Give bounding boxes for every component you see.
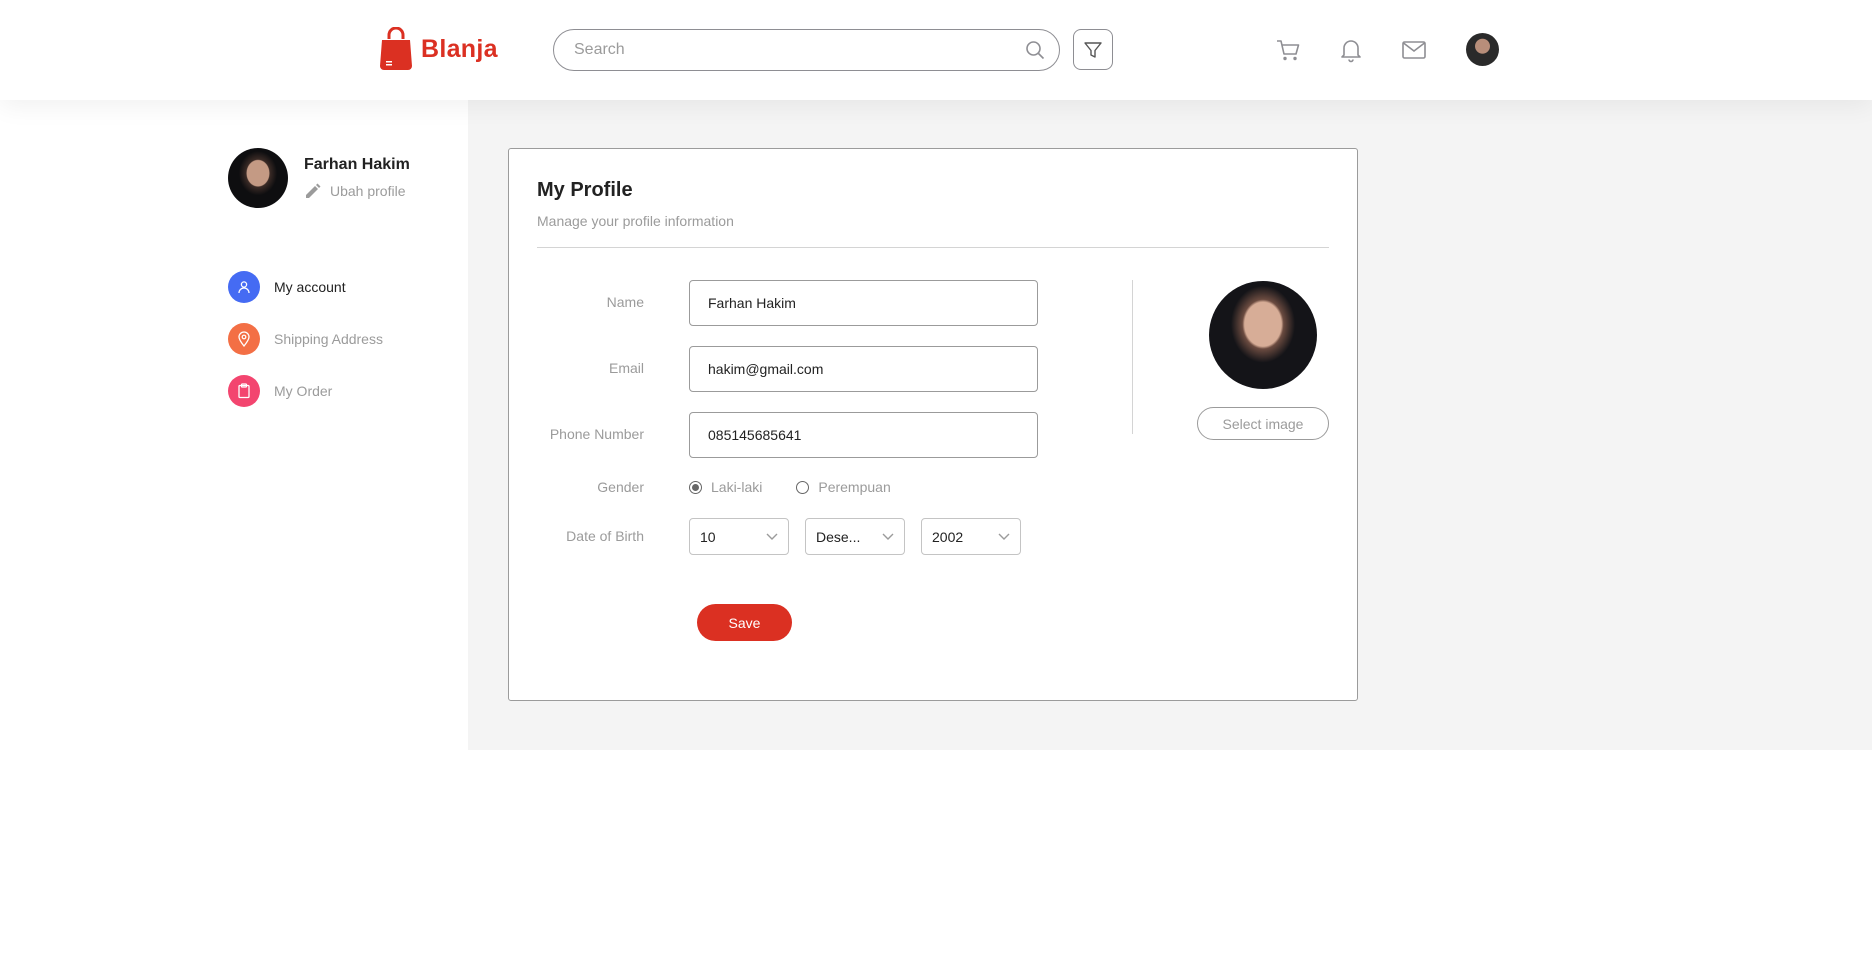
search-input[interactable]: [574, 41, 1025, 59]
clipboard-icon: [228, 375, 260, 407]
email-label: Email: [608, 360, 644, 376]
chevron-down-icon: [882, 533, 894, 540]
radio-unselected-icon[interactable]: [796, 480, 810, 494]
sidebar-user-name: Farhan Hakim: [304, 156, 410, 173]
gender-option-label: Laki-laki: [711, 479, 763, 495]
filter-icon: [1084, 41, 1102, 58]
profile-photo: [1209, 281, 1317, 389]
search-icon[interactable]: [1025, 40, 1045, 60]
save-button[interactable]: Save: [697, 604, 792, 641]
dob-year-select[interactable]: 2002: [921, 518, 1021, 555]
sidebar-item-my-order[interactable]: My Order: [228, 375, 332, 407]
edit-profile-label: Ubah profile: [330, 183, 406, 199]
sidebar-item-shipping-address[interactable]: Shipping Address: [228, 323, 383, 355]
sidebar-item-label: Shipping Address: [274, 331, 383, 347]
dob-label: Date of Birth: [566, 528, 644, 544]
mail-button[interactable]: [1400, 36, 1428, 64]
cart-button[interactable]: [1274, 36, 1302, 64]
gender-radio-group: Laki-laki Perempuan: [689, 479, 891, 495]
email-field[interactable]: [689, 346, 1038, 392]
name-field[interactable]: [689, 280, 1038, 326]
edit-profile-link[interactable]: Ubah profile: [304, 182, 406, 200]
search-bar: [553, 29, 1060, 71]
select-image-button[interactable]: Select image: [1197, 407, 1329, 440]
gender-option-laki-laki[interactable]: Laki-laki: [689, 479, 762, 495]
notification-button[interactable]: [1337, 36, 1365, 64]
top-header: Blanja: [0, 0, 1872, 100]
gender-label: Gender: [597, 479, 644, 495]
person-icon: [228, 271, 260, 303]
brand-name: Blanja: [421, 34, 498, 63]
phone-field[interactable]: [689, 412, 1038, 458]
header-avatar[interactable]: [1466, 33, 1499, 66]
pencil-icon: [306, 183, 321, 198]
shopping-bag-icon: [380, 27, 412, 70]
divider: [537, 247, 1329, 248]
page-title: My Profile: [537, 179, 633, 201]
filter-button[interactable]: [1073, 29, 1113, 70]
vertical-divider: [1132, 280, 1133, 434]
bell-icon: [1341, 40, 1361, 63]
gender-option-perempuan[interactable]: Perempuan: [796, 479, 891, 495]
dob-day-value: 10: [700, 528, 716, 545]
dob-month-select[interactable]: Dese...: [805, 518, 905, 555]
dob-month-value: Dese...: [816, 528, 861, 545]
sidebar-item-label: My Order: [274, 383, 333, 399]
dob-year-value: 2002: [932, 528, 964, 545]
sidebar-avatar: [228, 148, 288, 208]
sidebar-item-my-account[interactable]: My account: [228, 271, 346, 303]
chevron-down-icon: [998, 533, 1010, 540]
sidebar-item-label: My account: [274, 279, 346, 295]
mail-icon: [1402, 41, 1426, 59]
profile-card: My Profile Manage your profile informati…: [508, 148, 1358, 701]
brand-logo[interactable]: Blanja: [379, 27, 498, 71]
chevron-down-icon: [766, 533, 778, 540]
radio-selected-icon[interactable]: [689, 480, 702, 494]
name-label: Name: [606, 294, 644, 310]
dob-day-select[interactable]: 10: [689, 518, 789, 555]
phone-label: Phone Number: [549, 426, 644, 442]
gender-option-label: Perempuan: [818, 479, 891, 495]
location-icon: [228, 323, 260, 355]
cart-icon: [1277, 40, 1300, 61]
page-subtitle: Manage your profile information: [537, 213, 734, 229]
